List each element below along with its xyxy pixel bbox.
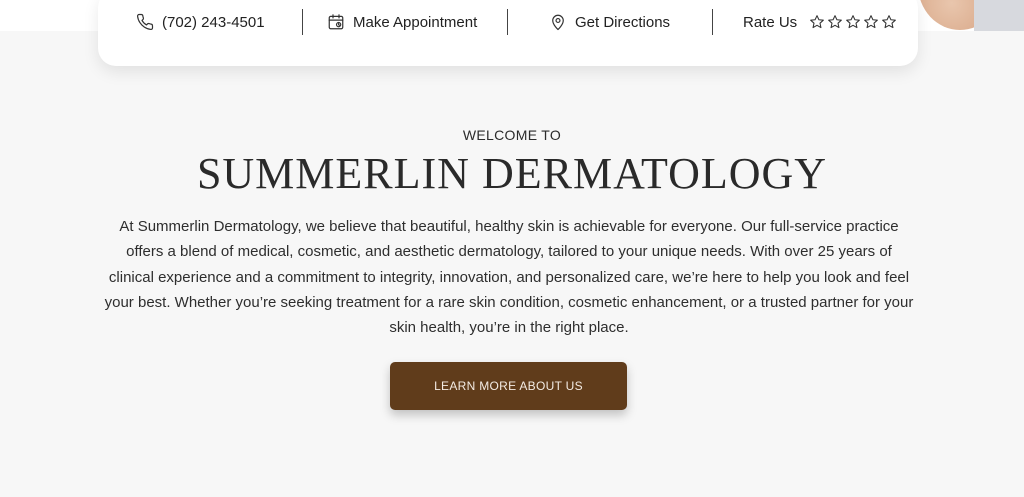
rating-stars [809,14,899,30]
intro-paragraph: At Summerlin Dermatology, we believe tha… [104,218,914,337]
get-directions-link[interactable]: Get Directions [549,11,670,33]
contact-bar: (702) 243-4501 Make Appointment Get Dire… [98,0,918,66]
rate-us: Rate Us [743,11,899,33]
phone-link[interactable]: (702) 243-4501 [136,11,265,33]
phone-icon [136,13,154,31]
rate-us-label: Rate Us [743,13,798,31]
page-title: SUMMERLIN DERMATOLOGY [196,149,828,198]
map-pin-icon [549,13,567,31]
calendar-icon [327,13,345,31]
star-outline-icon[interactable] [863,14,879,30]
star-outline-icon[interactable] [827,14,843,30]
divider [712,9,713,35]
star-outline-icon[interactable] [881,14,897,30]
directions-label: Get Directions [575,13,671,31]
appointment-label: Make Appointment [353,13,478,31]
divider [507,9,508,35]
welcome-eyebrow: WELCOME TO [462,127,562,143]
learn-more-button[interactable]: LEARN MORE ABOUT US [390,362,627,410]
make-appointment-link[interactable]: Make Appointment [327,11,477,33]
star-outline-icon[interactable] [845,14,861,30]
divider [302,9,303,35]
phone-label: (702) 243-4501 [162,13,265,31]
star-outline-icon[interactable] [809,14,825,30]
hero-image [914,0,1024,31]
